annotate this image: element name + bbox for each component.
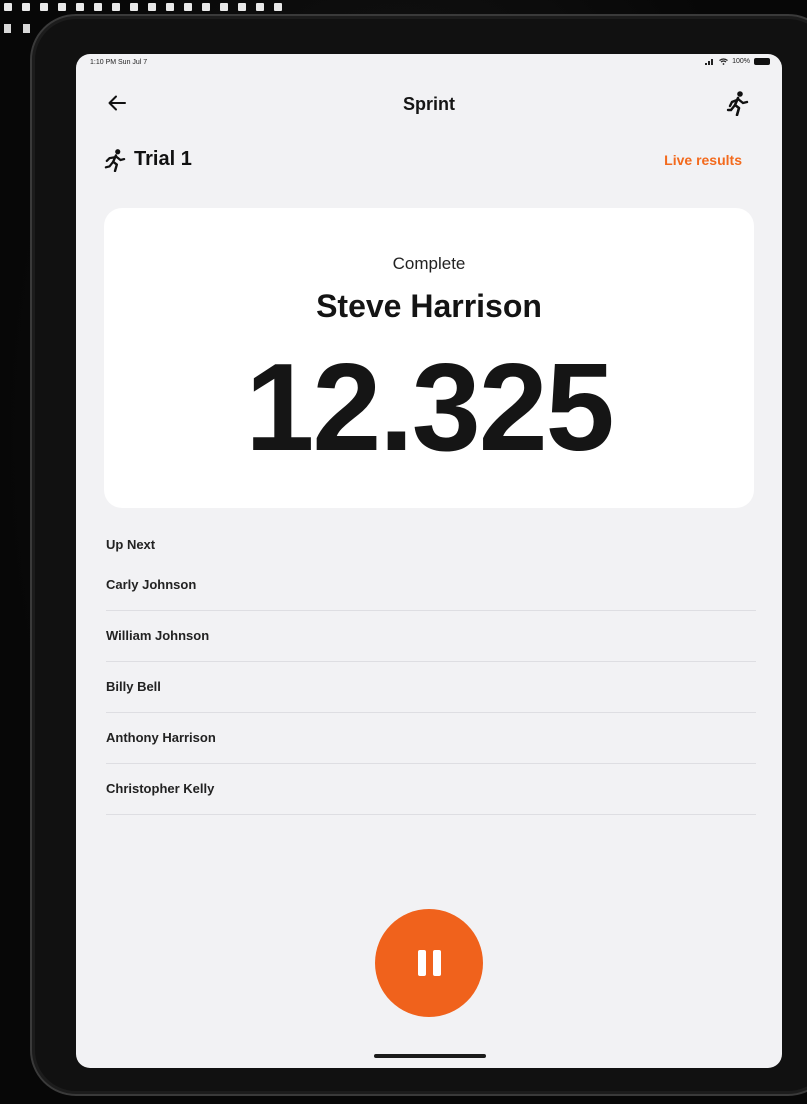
trial-header: Trial 1 Live results [104, 146, 746, 176]
list-item[interactable]: Billy Bell [106, 662, 756, 713]
list-item[interactable]: Anthony Harrison [106, 713, 756, 764]
photo-backdrop: 1:10 PM Sun Jul 7 100% Sprint Trial 1 Li… [0, 0, 807, 1104]
status-time: 1:10 PM Sun Jul 7 [90, 59, 148, 66]
live-results-link[interactable]: Live results [664, 152, 742, 168]
list-item[interactable]: Carly Johnson [106, 560, 756, 611]
page-title: Sprint [403, 94, 455, 114]
result-status: Complete [392, 254, 466, 273]
trial-runner-icon [104, 148, 126, 173]
navigation-bar: Sprint [76, 84, 782, 124]
runner-menu-button[interactable] [726, 90, 752, 118]
runner-icon [726, 91, 749, 117]
background-decor-2 [4, 24, 30, 33]
up-next-list: Carly Johnson William Johnson Billy Bell… [106, 560, 756, 815]
result-time: 12.325 [245, 339, 614, 477]
athlete-name: Steve Harrison [316, 288, 542, 324]
trial-title: Trial 1 [134, 148, 192, 170]
home-indicator[interactable] [374, 1054, 486, 1058]
tablet-screen: 1:10 PM Sun Jul 7 100% Sprint Trial 1 Li… [76, 54, 782, 1068]
list-item[interactable]: William Johnson [106, 611, 756, 662]
pause-button[interactable] [375, 909, 483, 1017]
signal-icon [705, 59, 714, 65]
battery-percent: 100% [732, 58, 750, 65]
status-bar: 1:10 PM Sun Jul 7 100% [76, 54, 782, 72]
battery-icon [754, 58, 770, 65]
background-decor [0, 0, 286, 14]
result-card: Complete Steve Harrison 12.325 [104, 208, 754, 508]
wifi-icon [719, 58, 728, 65]
pause-icon [417, 950, 441, 976]
up-next-heading: Up Next [106, 537, 156, 552]
status-indicators: 100% [705, 58, 770, 65]
list-item[interactable]: Christopher Kelly [106, 764, 756, 815]
